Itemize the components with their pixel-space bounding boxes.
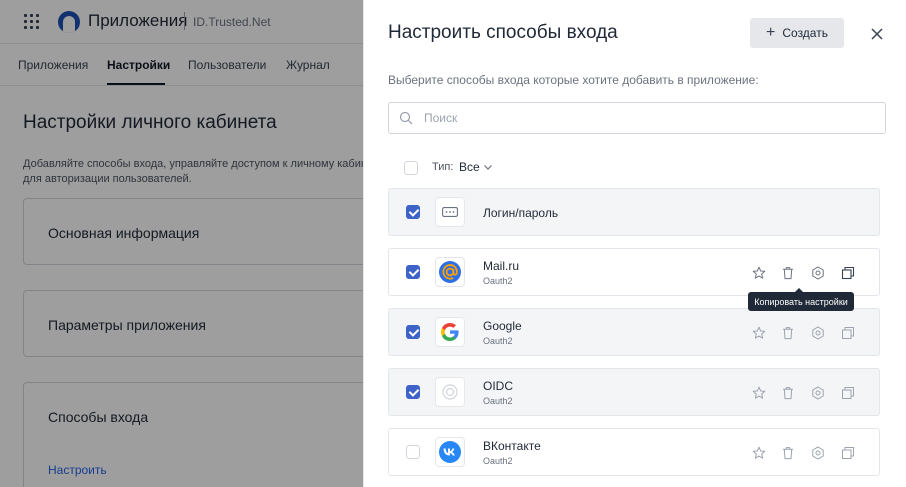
create-button-label: Создать: [782, 26, 828, 40]
trash-icon: [783, 267, 793, 280]
copy-icon: [842, 387, 854, 399]
delete-button[interactable]: [779, 444, 797, 462]
star-icon: [752, 386, 766, 399]
settings-button[interactable]: [809, 384, 827, 402]
method-actions: [750, 264, 860, 282]
copy-button[interactable]: [839, 324, 857, 342]
method-checkbox[interactable]: [406, 325, 420, 339]
method-icon-tile: [435, 437, 465, 467]
method-row-vk[interactable]: ВКонтакте Oauth2: [388, 428, 880, 476]
method-name: Google: [483, 319, 522, 333]
method-actions: [750, 324, 860, 342]
trash-icon: [783, 447, 793, 460]
method-icon-tile: [435, 197, 465, 227]
create-button[interactable]: + Создать: [750, 18, 844, 48]
mailru-icon: [439, 261, 461, 283]
delete-button[interactable]: [779, 264, 797, 282]
modal-overlay[interactable]: [0, 0, 363, 487]
close-icon: [871, 28, 883, 40]
copy-button[interactable]: [839, 444, 857, 462]
star-icon: [752, 446, 766, 459]
copy-icon: [842, 447, 854, 459]
copy-button[interactable]: [839, 384, 857, 402]
copy-settings-tooltip: Копировать настройки: [748, 288, 854, 311]
settings-button[interactable]: [809, 324, 827, 342]
method-icon-tile: [435, 257, 465, 287]
method-row-google[interactable]: Google Oauth2: [388, 308, 880, 356]
method-row-login-password[interactable]: Логин/пароль: [388, 188, 880, 236]
method-checkbox[interactable]: [406, 205, 420, 219]
trash-icon: [783, 327, 793, 340]
star-icon: [752, 326, 766, 339]
gear-icon: [812, 326, 824, 340]
filter-label: Тип:: [432, 161, 454, 173]
copy-button[interactable]: [839, 264, 857, 282]
type-filter-dropdown[interactable]: Все: [459, 160, 480, 174]
gear-icon: [812, 386, 824, 400]
login-methods-panel: Настроить способы входа + Создать Выбери…: [363, 0, 906, 487]
method-checkbox[interactable]: [406, 265, 420, 279]
method-checkbox[interactable]: [406, 385, 420, 399]
method-checkbox[interactable]: [406, 445, 420, 459]
method-type: Oauth2: [483, 396, 513, 406]
trash-icon: [783, 387, 793, 400]
settings-button[interactable]: [809, 444, 827, 462]
gear-icon: [812, 266, 824, 280]
method-name: Mail.ru: [483, 259, 520, 273]
method-type: Oauth2: [483, 336, 513, 346]
plus-icon: +: [766, 24, 776, 41]
favorite-button[interactable]: [750, 264, 768, 282]
method-actions: [750, 384, 860, 402]
method-actions: [750, 444, 860, 462]
method-icon-tile: [435, 317, 465, 347]
search-icon: [399, 111, 413, 125]
method-name: ВКонтакте: [483, 439, 541, 453]
method-row-mailru[interactable]: Mail.ru Oauth2: [388, 248, 880, 296]
vk-icon: [439, 441, 461, 463]
favorite-button[interactable]: [750, 384, 768, 402]
copy-icon: [842, 327, 854, 339]
copy-icon: [841, 266, 855, 280]
method-type: Oauth2: [483, 456, 513, 466]
google-icon: [441, 323, 459, 341]
favorite-button[interactable]: [750, 444, 768, 462]
chevron-down-icon: [484, 165, 492, 170]
oidc-icon: [442, 384, 458, 400]
method-name: OIDC: [483, 379, 513, 393]
method-icon-tile: [435, 377, 465, 407]
close-button[interactable]: [866, 23, 888, 45]
method-name: Логин/пароль: [483, 206, 559, 220]
password-icon: [442, 207, 458, 217]
panel-subtitle: Выберите способы входа которые хотите до…: [388, 73, 759, 87]
search-box: [388, 102, 886, 134]
method-type: Oauth2: [483, 276, 513, 286]
panel-title: Настроить способы входа: [388, 22, 618, 43]
gear-icon: [812, 446, 824, 460]
method-row-oidc[interactable]: OIDC Oauth2: [388, 368, 880, 416]
favorite-button[interactable]: [750, 324, 768, 342]
delete-button[interactable]: [779, 324, 797, 342]
delete-button[interactable]: [779, 384, 797, 402]
select-all-checkbox[interactable]: [404, 161, 418, 175]
search-input[interactable]: [424, 109, 864, 127]
settings-button[interactable]: [809, 264, 827, 282]
star-icon: [752, 266, 766, 279]
